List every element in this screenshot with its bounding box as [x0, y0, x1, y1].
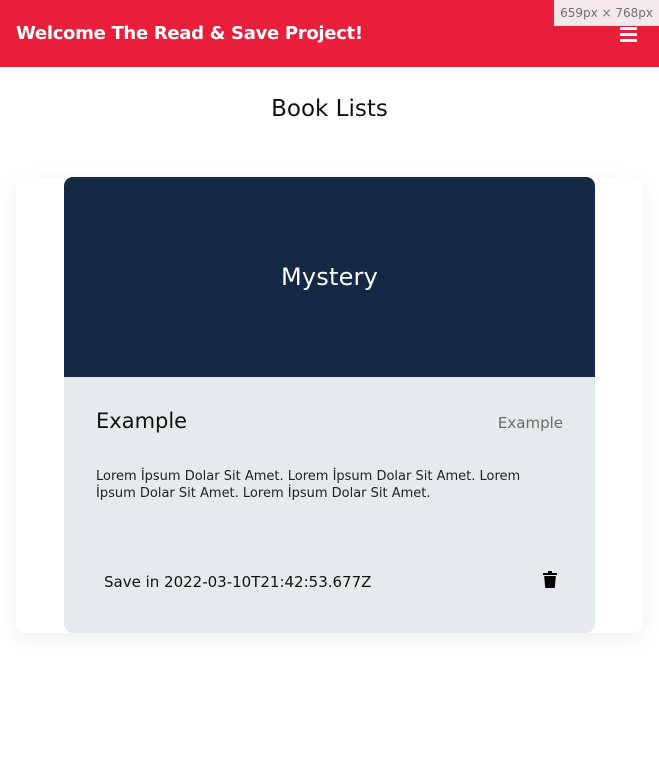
hamburger-menu-icon[interactable]	[620, 27, 637, 42]
trash-icon[interactable]	[543, 570, 557, 588]
book-details: Example Example Lorem İpsum Dolar Sit Am…	[64, 377, 595, 591]
book-footer: Save in 2022-03-10T21:42:53.677Z	[104, 570, 557, 591]
book-header: Example Example	[96, 377, 563, 433]
page-title: Book Lists	[271, 96, 388, 122]
hamburger-bar	[620, 33, 637, 36]
book-author: Example	[497, 414, 563, 432]
book-description: Lorem İpsum Dolar Sit Amet. Lorem İpsum …	[96, 469, 521, 501]
hamburger-bar	[620, 39, 637, 42]
app-title[interactable]: Welcome The Read & Save Project!	[16, 23, 363, 44]
viewport-size-badge: 659px × 768px	[554, 0, 659, 26]
hamburger-bar	[620, 27, 637, 30]
book-genre: Mystery	[280, 263, 379, 291]
saved-timestamp: Save in 2022-03-10T21:42:53.677Z	[104, 573, 372, 591]
book-title: Example	[96, 409, 188, 433]
book-card: Mystery Example Example Lorem İpsum Dola…	[64, 177, 595, 633]
book-cover: Mystery	[64, 177, 595, 377]
